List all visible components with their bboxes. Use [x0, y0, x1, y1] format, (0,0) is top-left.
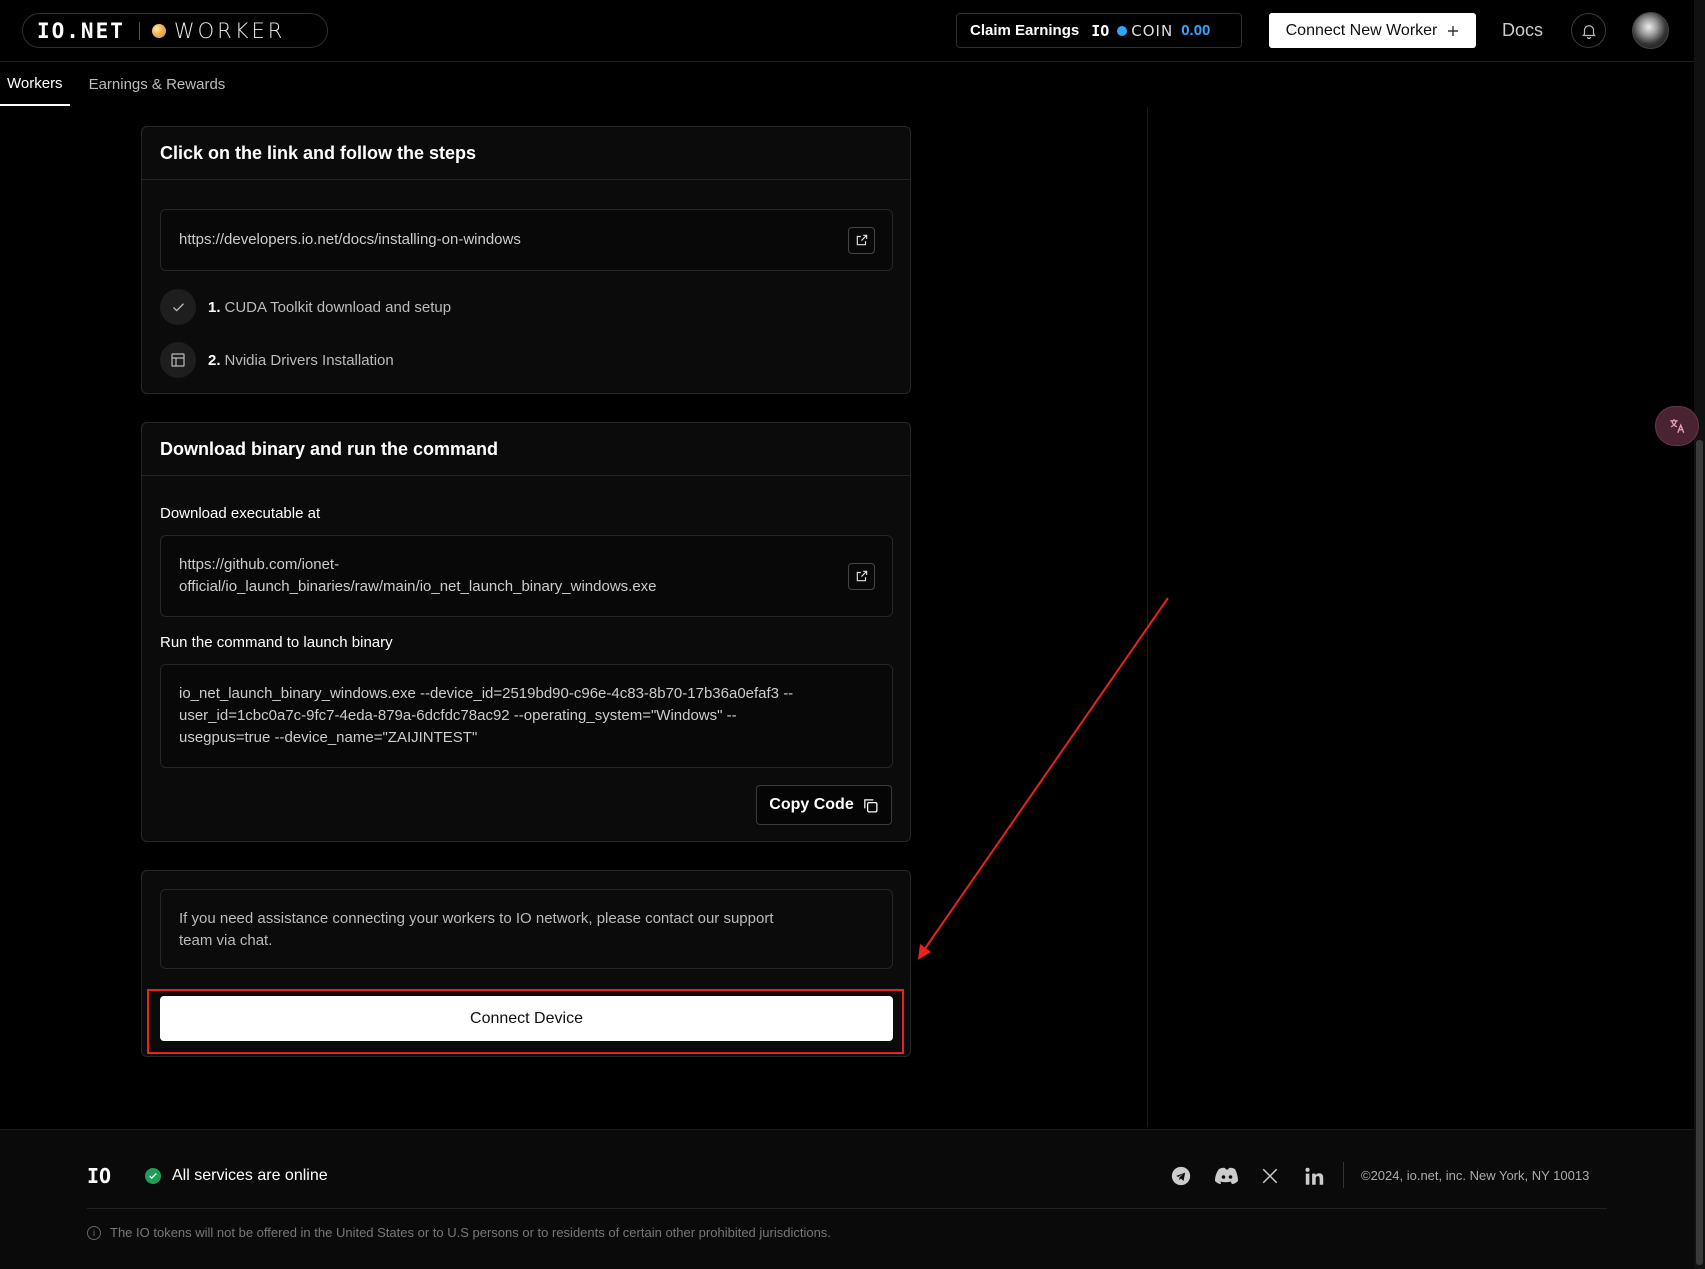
footer-logo[interactable]: IO	[87, 1164, 111, 1188]
step-number: 2.	[208, 351, 221, 369]
x-icon[interactable]	[1259, 1165, 1281, 1187]
coin-balance: 0.00	[1181, 22, 1211, 39]
connect-new-worker-label: Connect New Worker	[1285, 21, 1438, 39]
status-check-icon	[145, 1168, 161, 1184]
copy-code-button[interactable]: Copy Code	[756, 785, 892, 825]
legal-note: i The IO tokens will not be offered in t…	[87, 1225, 831, 1240]
download-link-box: https://github.com/ionet- official/io_la…	[160, 535, 893, 617]
plus-icon	[1448, 25, 1459, 36]
open-link-button[interactable]	[848, 226, 875, 254]
support-message: If you need assistance connecting your w…	[160, 889, 893, 969]
user-avatar[interactable]	[1632, 12, 1669, 49]
check-icon	[160, 289, 196, 325]
io-coin-logo: IO	[1091, 21, 1110, 40]
step-label: Nvidia Drivers Installation	[224, 351, 394, 369]
run-command-label: Run the command to launch binary	[160, 634, 393, 651]
steps-card: Click on the link and follow the steps h…	[141, 126, 911, 394]
command-line: usegpus=true --device_name="ZAIJINTEST"	[179, 729, 478, 746]
download-url[interactable]: https://github.com/ionet- official/io_la…	[179, 554, 657, 598]
download-url-line: official/io_launch_binaries/raw/main/io_…	[179, 578, 657, 595]
service-status: All services are online	[145, 1167, 328, 1185]
command-line: io_net_launch_binary_windows.exe --devic…	[179, 685, 794, 702]
connect-device-button[interactable]: Connect Device	[160, 996, 893, 1041]
step-label: CUDA Toolkit download and setup	[224, 298, 452, 316]
command-box: io_net_launch_binary_windows.exe --devic…	[160, 664, 893, 768]
top-bar: IO.NET WORKER Claim Earnings IO COIN 0.0…	[0, 0, 1705, 62]
brand-divider	[138, 21, 140, 40]
footer-divider	[1343, 1162, 1344, 1188]
worker-orb-icon	[151, 23, 166, 38]
coin-dot-icon	[1117, 25, 1128, 36]
docs-url[interactable]: https://developers.io.net/docs/installin…	[179, 229, 521, 251]
claim-earnings-button[interactable]: Claim Earnings IO COIN 0.00	[956, 13, 1242, 48]
copyright: ©2024, io.net, inc. New York, NY 10013	[1361, 1168, 1590, 1183]
linkedin-icon[interactable]	[1303, 1165, 1325, 1187]
copy-icon	[863, 798, 878, 813]
docs-link[interactable]: Docs	[1502, 20, 1543, 41]
external-link-icon	[856, 234, 867, 246]
binary-card-title: Download binary and run the command	[142, 423, 910, 476]
step-item: 2. Nvidia Drivers Installation	[160, 342, 394, 378]
brand-logo[interactable]: IO.NET WORKER	[22, 13, 328, 48]
connect-new-worker-button[interactable]: Connect New Worker	[1269, 13, 1476, 48]
service-status-text: All services are online	[172, 1167, 328, 1184]
steps-card-title: Click on the link and follow the steps	[142, 127, 910, 180]
download-url-line: https://github.com/ionet-	[179, 556, 340, 573]
download-label: Download executable at	[160, 505, 321, 522]
footer: IO All services are online ©2024, io.net…	[0, 1129, 1694, 1269]
open-link-button[interactable]	[848, 562, 875, 590]
connect-card: If you need assistance connecting your w…	[141, 870, 911, 1057]
content-divider	[1147, 107, 1148, 1127]
translate-icon[interactable]	[1655, 406, 1699, 446]
command-line: user_id=1cbc0a7c-9fc7-4eda-879a-6dcfdc78…	[179, 707, 737, 724]
binary-card: Download binary and run the command Down…	[141, 422, 911, 842]
claim-earnings-label: Claim Earnings	[970, 22, 1080, 39]
support-text: If you need assistance connecting your w…	[179, 910, 774, 927]
discord-icon[interactable]	[1214, 1165, 1240, 1187]
external-link-icon	[856, 570, 867, 582]
step-item: 1. CUDA Toolkit download and setup	[160, 289, 451, 325]
scrollbar-thumb[interactable]	[1696, 440, 1703, 1265]
layout-icon	[160, 342, 196, 378]
info-icon: i	[87, 1225, 101, 1240]
tab-bar: Workers Earnings & Rewards	[0, 63, 232, 106]
coin-word: COIN	[1131, 21, 1174, 40]
telegram-icon[interactable]	[1170, 1165, 1192, 1187]
support-text: team via chat.	[179, 932, 273, 949]
step-number: 1.	[208, 298, 221, 316]
ionet-logo: IO.NET	[37, 18, 125, 43]
copy-code-label: Copy Code	[769, 796, 854, 813]
legal-note-text: The IO tokens will not be offered in the…	[110, 1225, 831, 1240]
notifications-button[interactable]	[1571, 13, 1606, 48]
docs-link-box: https://developers.io.net/docs/installin…	[160, 209, 893, 271]
tab-workers[interactable]: Workers	[0, 63, 70, 106]
footer-separator	[87, 1208, 1607, 1209]
tab-earnings-rewards[interactable]: Earnings & Rewards	[82, 63, 233, 106]
bell-icon	[1581, 24, 1596, 39]
product-name: WORKER	[173, 18, 286, 43]
